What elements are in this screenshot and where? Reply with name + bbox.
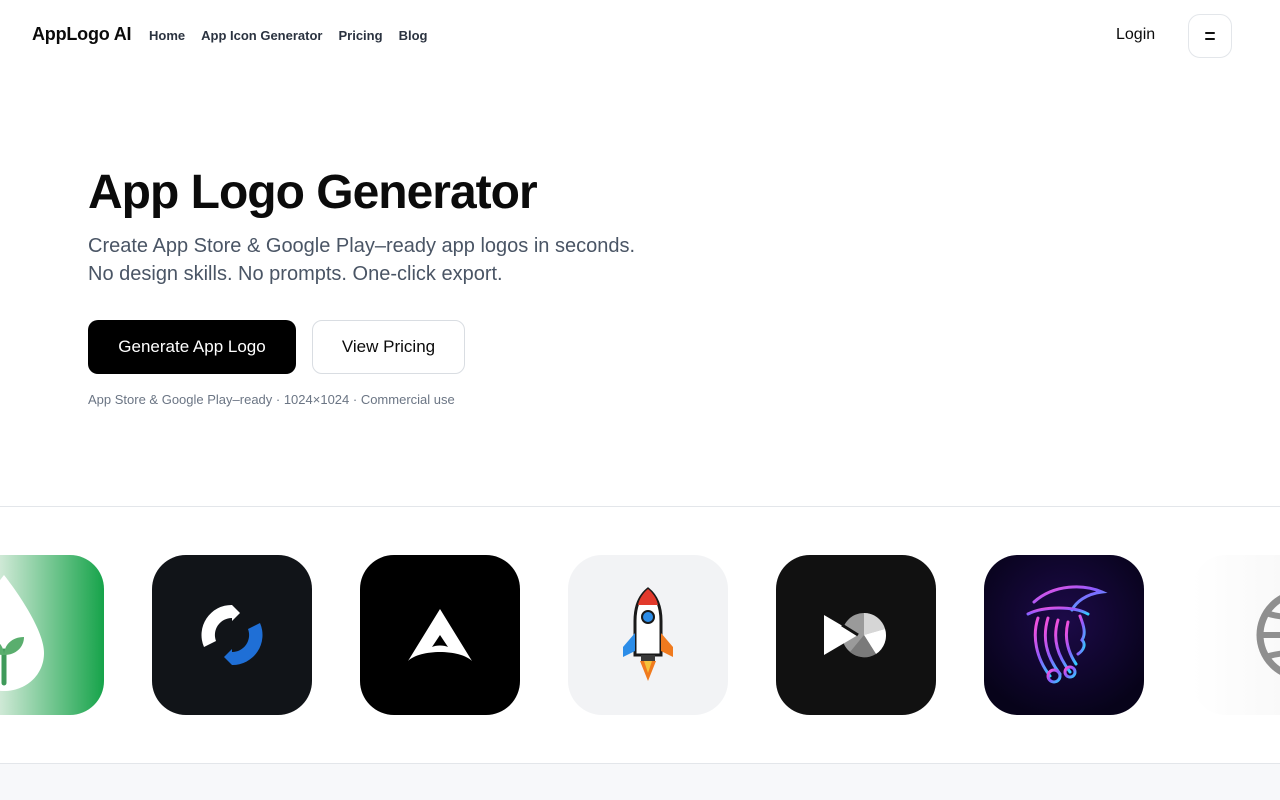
hero-subtitle-line2: No design skills. No prompts. One-click … [88, 263, 503, 285]
drop-leaf-icon [0, 575, 44, 691]
logo-tile-neon-witch[interactable] [984, 555, 1144, 715]
hamburger-icon-line [1205, 38, 1215, 40]
hero-subtitle-line1: Create App Store & Google Play–ready app… [88, 235, 636, 257]
nav-blog[interactable]: Blog [399, 28, 428, 43]
logo-tile-rocket[interactable] [568, 555, 728, 715]
logo-tile-play-aperture[interactable] [776, 555, 936, 715]
rocket-icon [623, 587, 673, 681]
neon-witch-icon [1026, 585, 1108, 684]
hero-subtitle: Create App Store & Google Play–ready app… [88, 232, 635, 288]
main-nav: Home App Icon Generator Pricing Blog [149, 28, 427, 43]
nav-app-icon-generator[interactable]: App Icon Generator [201, 28, 322, 43]
circular-arrows-icon [201, 604, 263, 666]
generate-app-logo-button[interactable]: Generate App Logo [88, 320, 296, 374]
view-pricing-button[interactable]: View Pricing [312, 320, 465, 374]
hero-fine-print: App Store & Google Play–ready · 1024×102… [88, 392, 455, 407]
site-header: AppLogo AI Home App Icon Generator Prici… [0, 0, 1280, 72]
logo-tile-drop-leaf[interactable] [0, 555, 104, 715]
logo-tile-arch-triangle[interactable] [360, 555, 520, 715]
menu-button[interactable] [1188, 14, 1232, 58]
hero-title: App Logo Generator [88, 166, 538, 219]
nav-home[interactable]: Home [149, 28, 185, 43]
logo-tile-globe[interactable] [1192, 555, 1280, 715]
hamburger-icon [1205, 32, 1215, 34]
globe-icon [1256, 595, 1280, 675]
login-link[interactable]: Login [1116, 26, 1155, 44]
play-aperture-icon [824, 613, 887, 658]
next-section-band [0, 764, 1280, 800]
arch-triangle-icon [408, 609, 472, 661]
logo-tile-circular-arrows[interactable] [152, 555, 312, 715]
nav-pricing[interactable]: Pricing [338, 28, 382, 43]
logo-carousel[interactable] [0, 507, 1280, 763]
brand-logo[interactable]: AppLogo AI [32, 24, 132, 45]
